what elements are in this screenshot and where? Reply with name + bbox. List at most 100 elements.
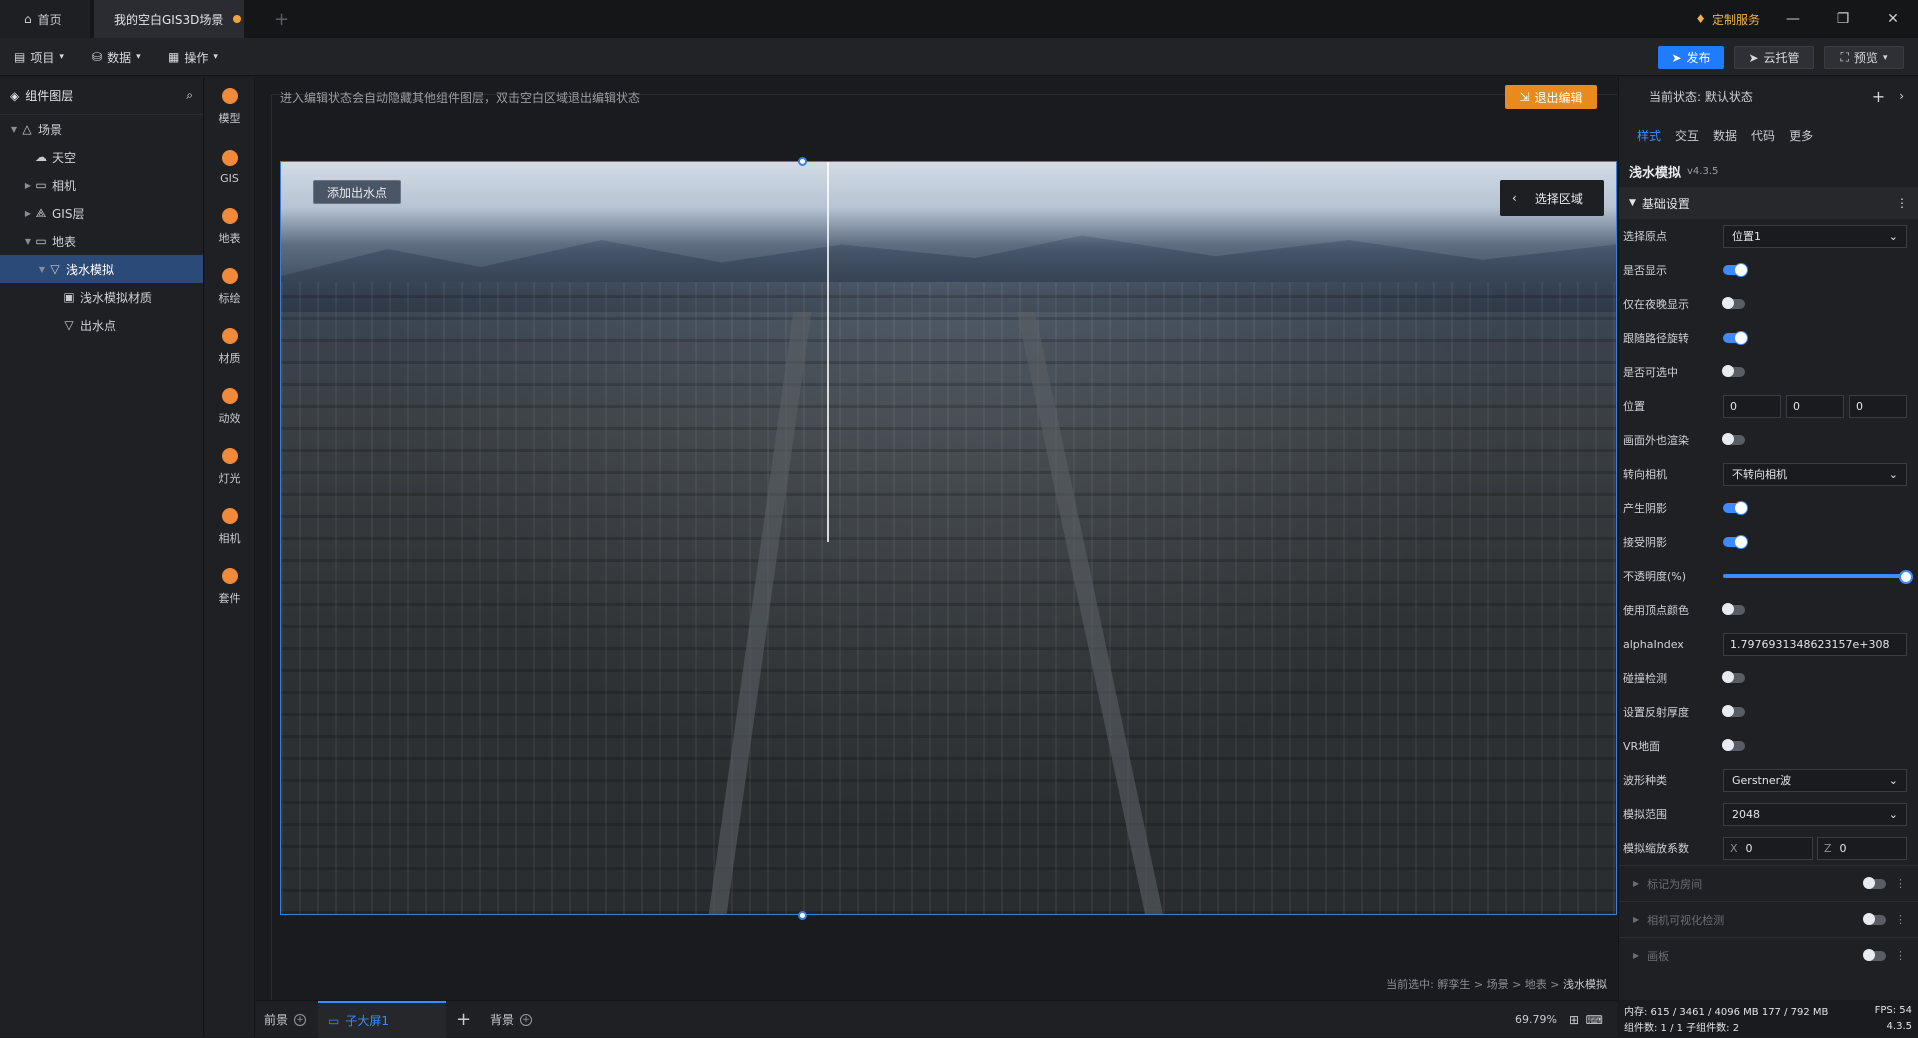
toolbar-item-gis[interactable]: GIS [205,137,254,197]
more-vertical-icon[interactable]: ⋮ [1896,196,1908,210]
visible-toggle[interactable] [1723,263,1748,277]
toolbar-item-material[interactable]: 材质 [205,317,254,377]
toolbar-item-light[interactable]: 灯光 [205,437,254,497]
property-tab[interactable]: 更多 [1789,127,1813,144]
layer-item[interactable]: ☁ 天空 [0,143,203,171]
toolbar-item-marker[interactable]: 标绘 [205,257,254,317]
zoom-level[interactable]: 69.79% [1515,1013,1557,1026]
chevron-right-icon[interactable]: › [1899,89,1904,103]
publish-button[interactable]: ➤ 发布 [1658,46,1724,69]
expand-caret-icon[interactable]: ▼ [8,125,20,134]
cast-shadow-toggle[interactable] [1723,501,1748,515]
reflect-depth-toggle[interactable] [1722,705,1745,717]
collapsed-section[interactable]: ▶ 标记为房间 ⋮ [1619,865,1918,901]
selectable-toggle[interactable] [1722,365,1745,377]
preview-button[interactable]: ⛶ 预览 ▾ [1824,46,1904,69]
canvas-area[interactable]: 进入编辑状态会自动隐藏其他组件图层，双击空白区域退出编辑状态 ⇲ 退出编辑 添加… [256,77,1617,1000]
position-z-input[interactable]: 0 [1849,394,1907,418]
layer-item[interactable]: ▼ ▭ 地表 [0,227,203,255]
section-toggle[interactable] [1863,913,1886,925]
more-vertical-icon[interactable]: ⋮ [1895,913,1906,926]
expand-caret-icon[interactable]: ▼ [36,265,48,274]
sim-scale-z-input[interactable]: Z0 [1817,836,1907,860]
basic-settings-section[interactable]: ▼ 基础设置 ⋮ [1619,187,1918,219]
wave-type-select[interactable]: Gerstner波 ⌄ [1723,768,1907,792]
opacity-slider[interactable] [1723,570,1913,584]
property-tab[interactable]: 代码 [1751,127,1775,144]
expand-caret-icon[interactable]: ▶ [22,181,34,190]
layer-item[interactable]: ▶ ⟁ GIS层 [0,199,203,227]
property-tab[interactable]: 数据 [1713,127,1737,144]
menu-operate[interactable]: ▦ 操作 ▾ [168,38,218,76]
add-screen-button[interactable]: + [456,1001,471,1038]
sim-scale-x-input[interactable]: X0 [1723,836,1813,860]
cloud-host-button[interactable]: ➤ 云托管 [1734,46,1814,69]
custom-service-button[interactable]: ♦ 定制服务 [1685,8,1770,30]
layer-item[interactable]: ▣ 浅水模拟材质 [0,283,203,311]
add-water-point-button[interactable]: 添加出水点 [313,180,401,204]
follow-path-toggle[interactable] [1723,331,1748,345]
vertex-color-toggle[interactable] [1722,603,1745,615]
fit-screen-icon[interactable]: ⊞ [1569,1001,1579,1038]
child-screen-tab[interactable]: ▭ 子大屏1 [318,1001,446,1038]
chevron-right-icon: ▶ [1633,951,1640,960]
more-vertical-icon[interactable]: ⋮ [1895,949,1906,962]
toolbar-item-model[interactable]: 模型 [205,77,254,137]
collapsed-section[interactable]: ▶ 相机可视化检测 ⋮ [1619,901,1918,937]
collision-toggle[interactable] [1722,671,1745,683]
layer-item[interactable]: ▼ △ 场景 [0,115,203,143]
vr-ground-toggle[interactable] [1722,739,1745,751]
select-area-button[interactable]: ‹ 选择区域 [1500,180,1604,216]
layer-item[interactable]: ▶ ▭ 相机 [0,171,203,199]
menu-data[interactable]: ⛁ 数据 ▾ [92,38,141,76]
toolbar-item-camera[interactable]: 相机 [205,497,254,557]
section-toggle[interactable] [1863,877,1886,889]
tab-home[interactable]: ⌂ 首页 [0,0,90,38]
collapsed-section[interactable]: ▶ 画板 ⋮ [1619,937,1918,973]
chevron-right-icon: ▶ [1633,879,1640,888]
minimize-button[interactable]: — [1768,0,1818,38]
layer-tree: ▼ △ 场景 ☁ 天空 ▶ ▭ 相机 ▶ ⟁ GIS层 ▼ ▭ 地表 ▼ ▽ 浅水模拟 ▣ 浅水模拟材质 ▽ 出水点 [0,115,203,339]
file-icon: ▤ [14,50,26,64]
alpha-index-input[interactable]: 1.7976931348623157e+308 [1723,632,1907,656]
background-tab[interactable]: 背景 + [490,1001,533,1038]
position-x-input[interactable]: 0 [1723,394,1781,418]
prop-origin: 选择原点 位置1 ⌄ [1619,219,1918,253]
add-tab-button[interactable]: + [274,0,294,38]
menu-project[interactable]: ▤ 项目 ▾ [14,38,64,76]
toolbar-item-terrain[interactable]: 地表 [205,197,254,257]
add-state-icon[interactable]: + [1872,87,1885,106]
expand-caret-icon[interactable]: ▼ [22,237,34,246]
face-camera-select[interactable]: 不转向相机 ⌄ [1723,462,1907,486]
receive-shadow-toggle[interactable] [1723,535,1748,549]
toolbar-item-kit[interactable]: 套件 [205,557,254,617]
origin-select[interactable]: 位置1 ⌄ [1723,224,1907,248]
render-offscreen-toggle[interactable] [1722,433,1745,445]
exit-edit-button[interactable]: ⇲ 退出编辑 [1505,85,1597,109]
resize-handle-top[interactable] [798,157,807,166]
tab-project[interactable]: 我的空白GIS3D场景 [94,0,244,38]
search-icon[interactable]: ⌕ [186,88,193,103]
more-vertical-icon[interactable]: ⋮ [1895,877,1906,890]
foreground-tab[interactable]: 前景 + [264,1001,307,1038]
toolbar-item-effect[interactable]: 动效 [205,377,254,437]
expand-caret-icon[interactable]: ▶ [22,209,34,218]
resize-handle-bottom[interactable] [798,911,807,920]
position-y-input[interactable]: 0 [1786,394,1844,418]
add-circle-icon[interactable]: + [520,1013,533,1026]
layer-item[interactable]: ▽ 出水点 [0,311,203,339]
night-only-toggle[interactable] [1722,297,1745,309]
close-button[interactable]: ✕ [1868,0,1918,38]
prop-render-offscreen: 画面外也渲染 [1619,423,1918,457]
scene-viewport[interactable]: 添加出水点 ‹ 选择区域 [280,161,1617,915]
keyboard-icon[interactable]: ⌨ [1586,1001,1603,1038]
add-circle-icon[interactable]: + [294,1013,307,1026]
restore-button[interactable]: ❐ [1818,0,1868,38]
sim-range-select[interactable]: 2048 ⌄ [1723,802,1907,826]
layer-item[interactable]: ▼ ▽ 浅水模拟 [0,255,203,283]
section-toggle[interactable] [1863,949,1886,961]
property-tab[interactable]: 交互 [1675,127,1699,144]
diamond-icon: ♦ [1695,12,1706,26]
toolbar-item-label: 标绘 [218,292,241,305]
property-tab[interactable]: 样式 [1637,127,1661,144]
